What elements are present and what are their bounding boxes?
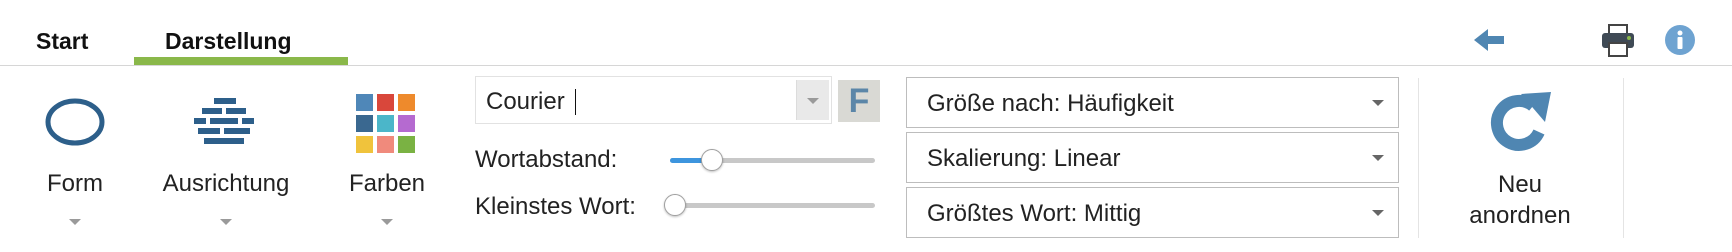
color-swatch (356, 115, 373, 132)
chevron-down-icon (69, 219, 81, 225)
chevron-down-icon (807, 98, 819, 104)
printer-icon[interactable] (1600, 22, 1636, 58)
chevron-down-icon (220, 219, 232, 225)
text-caret (575, 89, 576, 115)
chevron-down-icon (1372, 100, 1384, 106)
tab-darstellung[interactable]: Darstellung (165, 28, 292, 55)
wortabstand-label: Wortabstand: (475, 146, 618, 173)
color-swatch (398, 94, 415, 111)
kleinstes-wort-track[interactable] (670, 203, 875, 208)
color-swatch (356, 136, 373, 153)
chevron-down-icon (1372, 210, 1384, 216)
neu-anordnen-button[interactable]: Neu anordnen (1430, 78, 1610, 238)
chevron-down-icon (1372, 155, 1384, 161)
color-swatch (377, 136, 394, 153)
ribbon-separator (1418, 78, 1419, 238)
skalierung-dropdown-value: Skalierung: Linear (927, 145, 1121, 172)
groesse-dropdown-value: Größe nach: Häufigkeit (927, 90, 1174, 117)
font-input[interactable]: Courier (486, 88, 565, 116)
color-grid-icon (356, 94, 416, 154)
farben-button[interactable]: Farben (334, 78, 440, 238)
chevron-down-icon (381, 219, 393, 225)
color-swatch (377, 94, 394, 111)
ellipse-icon (45, 98, 105, 146)
ausrichtung-button[interactable]: Ausrichtung (148, 78, 304, 238)
kleinstes-wort-label: Kleinstes Wort: (475, 193, 636, 220)
kleinstes-wort-thumb[interactable] (664, 194, 686, 216)
font-combobox[interactable]: Courier (475, 76, 832, 124)
groesstes-dropdown-value: Größtes Wort: Mittig (927, 200, 1142, 227)
form-label: Form (47, 170, 103, 197)
tab-start[interactable]: Start (36, 28, 88, 55)
form-button[interactable]: Form (20, 78, 130, 238)
info-icon[interactable] (1664, 24, 1696, 56)
ribbon-separator (1623, 78, 1624, 238)
bold-font-button[interactable]: F (838, 80, 880, 122)
neu-anordnen-label-line2: anordnen (1469, 202, 1571, 229)
groesstes-dropdown[interactable]: Größtes Wort: Mittig (906, 187, 1399, 238)
skalierung-dropdown[interactable]: Skalierung: Linear (906, 132, 1399, 183)
brick-lines-icon (194, 98, 254, 144)
ausrichtung-label: Ausrichtung (162, 170, 290, 197)
wortabstand-thumb[interactable] (701, 149, 723, 171)
refresh-icon (1490, 92, 1551, 151)
color-swatch (398, 136, 415, 153)
font-dropdown-button[interactable] (796, 80, 829, 120)
color-swatch (398, 115, 415, 132)
neu-anordnen-label-line1: Neu (1497, 171, 1543, 198)
ribbon-divider (0, 65, 1732, 66)
color-swatch (377, 115, 394, 132)
farben-label: Farben (348, 170, 426, 197)
active-tab-indicator (134, 57, 348, 65)
back-arrow-icon[interactable] (1472, 26, 1506, 54)
color-swatch (356, 94, 373, 111)
groesse-dropdown[interactable]: Größe nach: Häufigkeit (906, 77, 1399, 128)
